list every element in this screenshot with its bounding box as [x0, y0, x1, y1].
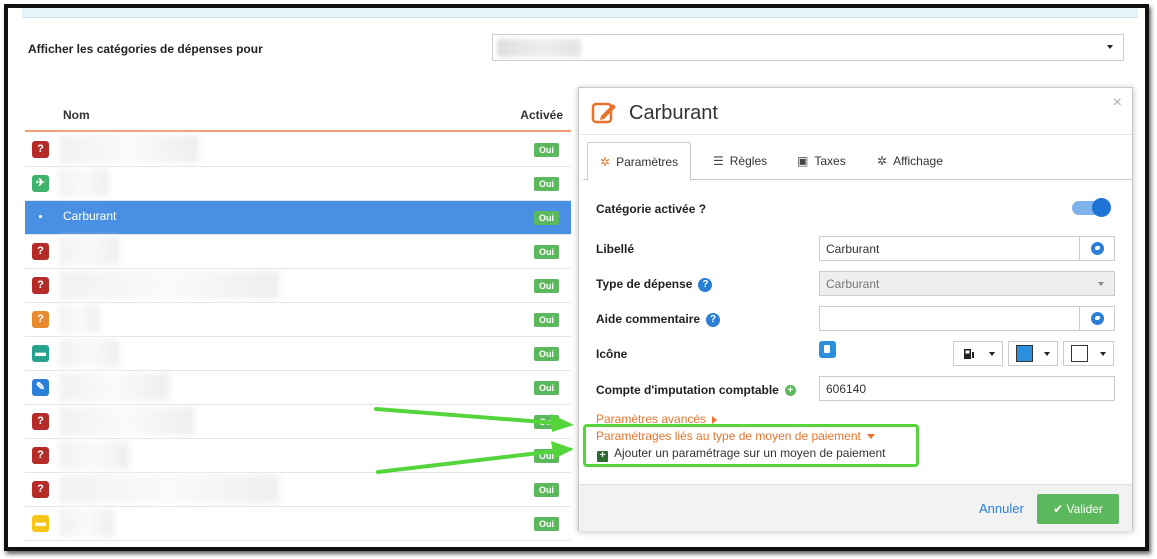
- annotation-arrow-2: [376, 441, 574, 474]
- annotation-arrows: [374, 407, 574, 474]
- app-frame: Afficher les catégories de dépenses pour…: [4, 4, 1149, 551]
- annotation-arrow-1: [374, 407, 574, 432]
